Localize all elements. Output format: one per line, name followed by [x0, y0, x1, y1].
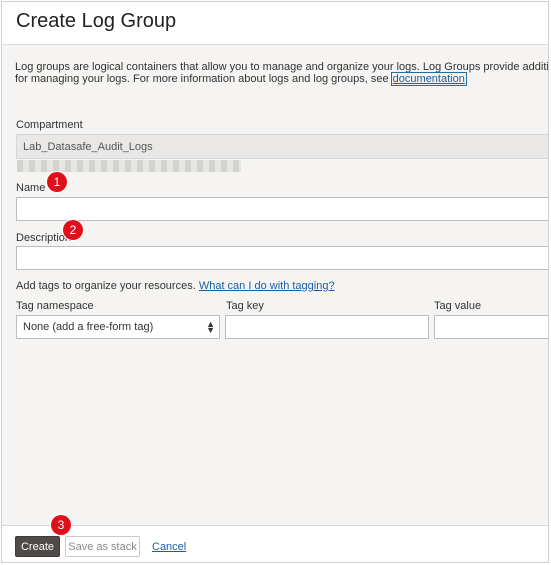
tags-text: Add tags to organize your resources. — [16, 280, 196, 292]
create-button[interactable]: Create — [15, 536, 60, 557]
create-log-group-panel: Create Log Group Log groups are logical … — [1, 1, 549, 563]
cancel-link[interactable]: Cancel — [152, 541, 186, 553]
tag-namespace-label: Tag namespace — [16, 300, 94, 312]
name-input[interactable] — [16, 197, 548, 221]
tag-value-label: Tag value — [434, 300, 482, 312]
footer-bar: Create Save as stack Cancel — [2, 525, 548, 562]
tag-namespace-value: None (add a free-form tag) — [23, 321, 154, 333]
tag-namespace-select[interactable]: None (add a free-form tag) ▲ ▼ — [16, 315, 220, 339]
documentation-link[interactable]: documentation — [390, 72, 467, 86]
intro-text: Log groups are logical containers that a… — [15, 61, 549, 86]
tag-value-input[interactable] — [434, 315, 548, 339]
select-updown-icon: ▲ ▼ — [206, 319, 215, 335]
step-badge-1: 1 — [47, 172, 67, 192]
compartment-value: Lab_Datasafe_Audit_Logs — [23, 141, 153, 153]
description-input[interactable] — [16, 246, 548, 270]
save-as-stack-button[interactable]: Save as stack — [65, 536, 140, 557]
tag-key-input[interactable] — [225, 315, 429, 339]
page-title: Create Log Group — [16, 10, 177, 32]
panel-header: Create Log Group — [2, 2, 548, 45]
intro-description: Log groups are logical containers that a… — [15, 61, 549, 85]
tagging-help-link[interactable]: What can I do with tagging? — [199, 280, 335, 292]
step-badge-2: 2 — [63, 220, 83, 240]
redacted-compartment-path — [17, 160, 241, 172]
tag-key-label: Tag key — [226, 300, 264, 312]
step-badge-3: 3 — [51, 515, 71, 535]
name-label: Name — [16, 182, 46, 194]
compartment-label: Compartment — [16, 119, 83, 131]
tags-hint: Add tags to organize your resources. Wha… — [16, 280, 335, 292]
compartment-field[interactable]: Lab_Datasafe_Audit_Logs — [16, 134, 548, 159]
